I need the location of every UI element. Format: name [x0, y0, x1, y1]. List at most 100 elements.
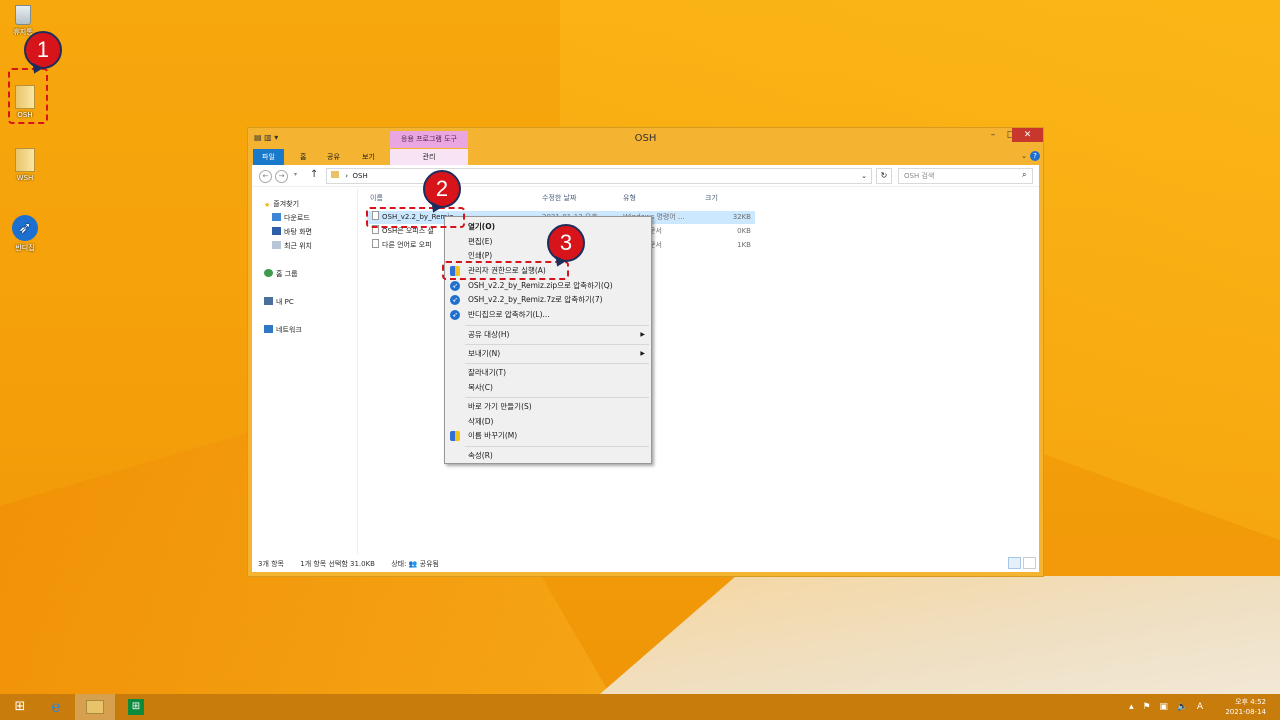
menu-separator	[465, 344, 649, 345]
store-icon: ⊞	[128, 698, 144, 715]
file-size: 0KB	[737, 227, 751, 235]
folder-icon	[15, 148, 35, 172]
search-icon[interactable]: ⌕	[1022, 170, 1026, 180]
column-header-type[interactable]: 유형	[623, 193, 636, 203]
back-button[interactable]: ←	[259, 170, 272, 183]
nav-recent[interactable]: 최근 위치	[272, 241, 312, 251]
column-header-name[interactable]: 이름	[370, 193, 383, 203]
menu-item-share-with[interactable]: 공유 대상(H) ▶	[445, 328, 651, 342]
ribbon-expand-icon[interactable]: ⌄	[1021, 152, 1027, 160]
details-view-button[interactable]	[1008, 557, 1021, 569]
downloads-icon	[272, 213, 281, 221]
taskbar-store[interactable]: ⊞	[116, 694, 156, 720]
recent-locations-icon[interactable]: ▾	[294, 171, 297, 178]
star-icon: ★	[264, 201, 271, 209]
taskbar: ⊞ e ⊞ ▴ ⚑ ▣ 🔈 A 오후 4:52 2021-08-14	[0, 694, 1280, 720]
menu-item-create-shortcut[interactable]: 바로 가기 만들기(S)	[445, 400, 651, 414]
menu-separator	[465, 363, 649, 364]
nav-network[interactable]: 네트워크	[264, 325, 302, 335]
nav-homegroup[interactable]: 홈 그룹	[264, 269, 298, 279]
column-header-date[interactable]: 수정한 날짜	[542, 193, 576, 203]
homegroup-icon	[264, 269, 273, 277]
nav-favorites[interactable]: ★ 즐겨찾기	[264, 199, 299, 209]
search-input[interactable]: OSH 검색	[898, 168, 1033, 184]
forward-button[interactable]: →	[275, 170, 288, 183]
status-bar: 3개 항목 1개 항목 선택함 31.0KB 상태: 👥 공유됨	[258, 559, 453, 569]
desktop-icon	[272, 227, 281, 235]
highlight-box	[442, 261, 569, 280]
internet-explorer-icon: e	[51, 697, 61, 716]
windows-logo-icon: ⊞	[14, 699, 26, 714]
desktop-bandizip-shortcut[interactable]: ➶ 반디집	[0, 215, 50, 253]
desktop-folder-wsh[interactable]: WSH	[0, 148, 50, 182]
refresh-button[interactable]: ↻	[876, 168, 892, 184]
window-titlebar[interactable]: ▤ ▥ ▾ 응용 프로그램 도구 OSH – □ ✕	[248, 128, 1043, 148]
file-icon	[372, 239, 379, 248]
computer-icon	[264, 297, 273, 305]
tab-file[interactable]: 파일	[253, 149, 284, 165]
ribbon-tabs: 파일 홈 공유 보기 관리 ⌄ ?	[248, 148, 1043, 165]
address-bar[interactable]: › OSH ⌄	[326, 168, 872, 184]
menu-item-rename[interactable]: 이름 바꾸기(M)	[445, 429, 651, 443]
item-count: 3개 항목	[258, 560, 284, 568]
menu-separator	[465, 325, 649, 326]
trash-icon	[15, 5, 31, 25]
column-header-size[interactable]: 크기	[705, 193, 718, 203]
menu-separator	[465, 446, 649, 447]
step-badge: 2	[423, 170, 461, 208]
bandizip-icon: ➶	[12, 215, 38, 241]
nav-downloads[interactable]: 다운로드	[272, 213, 310, 223]
folder-icon	[331, 171, 339, 178]
navigation-pane: ★ 즐겨찾기 다운로드 바탕 화면 최근 위치 홈 그룹 내 PC 네트워크	[252, 188, 358, 554]
address-row: ← → ▾ ↑ › OSH ⌄ ↻ OSH 검색 ⌕	[252, 165, 1039, 187]
menu-item-delete[interactable]: 삭제(D)	[445, 415, 651, 429]
tab-manage[interactable]: 관리	[390, 149, 468, 165]
start-button[interactable]: ⊞	[0, 694, 40, 720]
tab-view[interactable]: 보기	[353, 149, 384, 165]
close-button[interactable]: ✕	[1012, 128, 1043, 142]
menu-item-properties[interactable]: 속성(R)	[445, 449, 651, 463]
uac-shield-icon	[450, 431, 460, 441]
menu-item-compress-7z[interactable]: ➶ OSH_v2.2_by_Remiz.7z로 압축하기(7)	[445, 293, 651, 307]
ime-indicator[interactable]: A	[1197, 702, 1206, 712]
step-badge: 1	[24, 31, 62, 69]
clock-date: 2021-08-14	[1225, 708, 1266, 716]
breadcrumb-separator: ›	[345, 172, 351, 180]
menu-item-compress-zip[interactable]: ➶ OSH_v2.2_by_Remiz.zip으로 압축하기(Q)	[445, 279, 651, 293]
bandizip-icon: ➶	[450, 295, 460, 305]
context-menu: 열기(O) 편집(E) 인쇄(P) 관리자 권한으로 실행(A) ➶ OSH_v2…	[444, 216, 652, 464]
taskbar-file-explorer[interactable]	[75, 694, 115, 720]
window-title: OSH	[634, 133, 657, 144]
system-tray-icons[interactable]: ▴ ⚑ ▣ 🔈 A	[1129, 702, 1206, 712]
selection-info: 1개 항목 선택함 31.0KB	[300, 560, 375, 568]
menu-item-open[interactable]: 열기(O)	[445, 220, 651, 234]
menu-item-send-to[interactable]: 보내기(N) ▶	[445, 347, 651, 361]
nav-desktop[interactable]: 바탕 화면	[272, 227, 312, 237]
menu-item-copy[interactable]: 복사(C)	[445, 381, 651, 395]
file-size: 32KB	[732, 213, 751, 221]
submenu-arrow-icon: ▶	[640, 331, 645, 338]
clock-time: 오후 4:52	[1235, 698, 1266, 706]
desktop-icon-label: 반디집	[15, 244, 35, 252]
tab-share[interactable]: 공유	[318, 149, 349, 165]
menu-separator	[465, 397, 649, 398]
taskbar-ie[interactable]: e	[36, 694, 76, 720]
file-size: 1KB	[737, 241, 751, 249]
help-icon[interactable]: ?	[1030, 151, 1040, 161]
recent-places-icon	[272, 241, 281, 249]
network-icon	[264, 325, 273, 333]
tab-home[interactable]: 홈	[291, 149, 315, 165]
menu-item-compress-bandizip[interactable]: ➶ 반디집으로 압축하기(L)...	[445, 308, 651, 322]
file-explorer-icon	[86, 699, 104, 714]
breadcrumb[interactable]: OSH	[353, 172, 368, 180]
bandizip-icon: ➶	[450, 310, 460, 320]
nav-this-pc[interactable]: 내 PC	[264, 297, 294, 307]
up-button[interactable]: ↑	[310, 169, 318, 180]
file-name: 다른 언어로 오피	[372, 239, 432, 252]
large-icons-view-button[interactable]	[1023, 557, 1036, 569]
menu-item-cut[interactable]: 잘라내기(T)	[445, 366, 651, 380]
address-dropdown-icon[interactable]: ⌄	[861, 169, 867, 183]
clock[interactable]: 오후 4:52 2021-08-14	[1225, 697, 1266, 717]
desktop-icon-label: WSH	[16, 174, 34, 182]
submenu-arrow-icon: ▶	[640, 350, 645, 357]
